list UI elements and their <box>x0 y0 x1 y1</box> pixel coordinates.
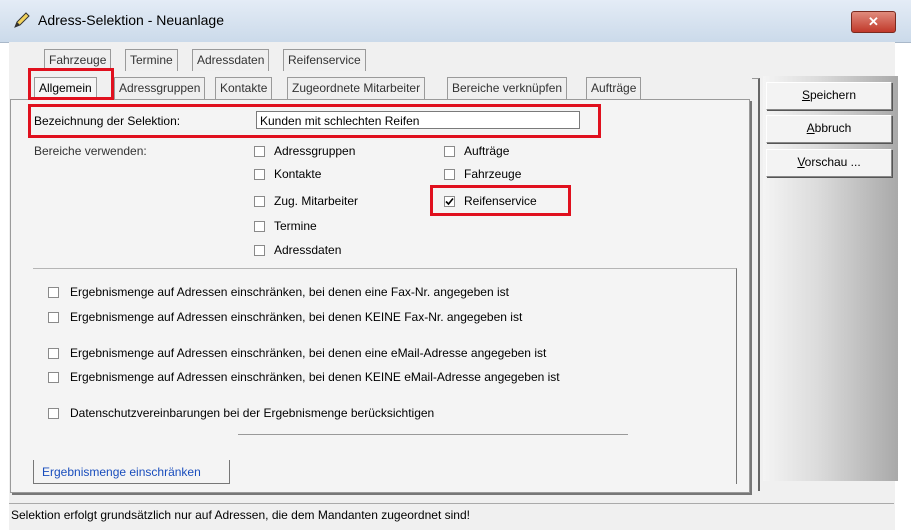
highlight-reifenservice <box>430 185 571 216</box>
kontakte-checkbox[interactable] <box>254 169 265 180</box>
termine-checkbox[interactable] <box>254 221 265 232</box>
fax-no-label: Ergebnismenge auf Adressen einschränken,… <box>70 310 523 324</box>
email-yes-checkbox[interactable] <box>48 348 59 359</box>
fax-yes-label: Ergebnismenge auf Adressen einschränken,… <box>70 285 509 299</box>
tab-reifenservice[interactable]: Reifenservice <box>283 49 366 71</box>
privacy-label: Datenschutzvereinbarungen bei der Ergebn… <box>70 406 435 420</box>
status-bar: Selektion erfolgt grundsätzlich nur auf … <box>9 503 894 529</box>
separator-line <box>238 434 628 435</box>
preview-button[interactable]: Vorschau ... <box>766 149 892 177</box>
window-title: Adress-Selektion - Neuanlage <box>38 12 224 28</box>
fax-no-checkbox[interactable] <box>48 312 59 323</box>
kontakte-label: Kontakte <box>274 167 322 181</box>
tab-auftraege[interactable]: Aufträge <box>586 77 642 99</box>
adressgruppen-checkbox[interactable] <box>254 146 265 157</box>
cancel-button[interactable]: Abbruch <box>766 115 892 143</box>
fahrzeuge-label: Fahrzeuge <box>464 167 522 181</box>
tab-kontakte[interactable]: Kontakte <box>215 77 273 99</box>
pencil-icon <box>12 10 32 33</box>
save-button[interactable]: Speichern <box>766 82 892 110</box>
adressdaten-label: Adressdaten <box>274 243 342 257</box>
tab-termine[interactable]: Termine <box>125 49 178 71</box>
tab-bereiche-verknuepfen[interactable]: Bereiche verknüpfen <box>447 77 568 99</box>
tab-panel-edge <box>752 78 760 491</box>
close-icon: ✕ <box>868 14 879 29</box>
tab-ergebnismenge-einschraenken[interactable]: Ergebnismenge einschränken <box>33 460 230 484</box>
tab-adressdaten[interactable]: Adressdaten <box>192 49 270 71</box>
zug-mitarbeiter-label: Zug. Mitarbeiter <box>274 194 359 208</box>
adressdaten-checkbox[interactable] <box>254 245 265 256</box>
zug-mitarbeiter-checkbox[interactable] <box>254 196 265 207</box>
fahrzeuge-checkbox[interactable] <box>444 169 455 180</box>
fax-yes-checkbox[interactable] <box>48 287 59 298</box>
privacy-checkbox[interactable] <box>48 408 59 419</box>
adressgruppen-label: Adressgruppen <box>274 144 356 158</box>
tab-adressgruppen[interactable]: Adressgruppen <box>114 77 206 99</box>
email-no-checkbox[interactable] <box>48 372 59 383</box>
areas-label: Bereiche verwenden: <box>34 144 147 158</box>
auftraege-label: Aufträge <box>464 144 510 158</box>
highlight-selection-name <box>28 104 601 138</box>
title-bar: Adress-Selektion - Neuanlage ✕ <box>0 0 911 43</box>
email-no-label: Ergebnismenge auf Adressen einschränken,… <box>70 370 560 384</box>
termine-label: Termine <box>274 219 317 233</box>
auftraege-checkbox[interactable] <box>444 146 455 157</box>
close-button[interactable]: ✕ <box>851 11 896 33</box>
email-yes-label: Ergebnismenge auf Adressen einschränken,… <box>70 346 547 360</box>
tab-zugeordnete-mitarbeiter[interactable]: Zugeordnete Mitarbeiter <box>287 77 426 99</box>
highlight-allgemein <box>28 68 114 100</box>
